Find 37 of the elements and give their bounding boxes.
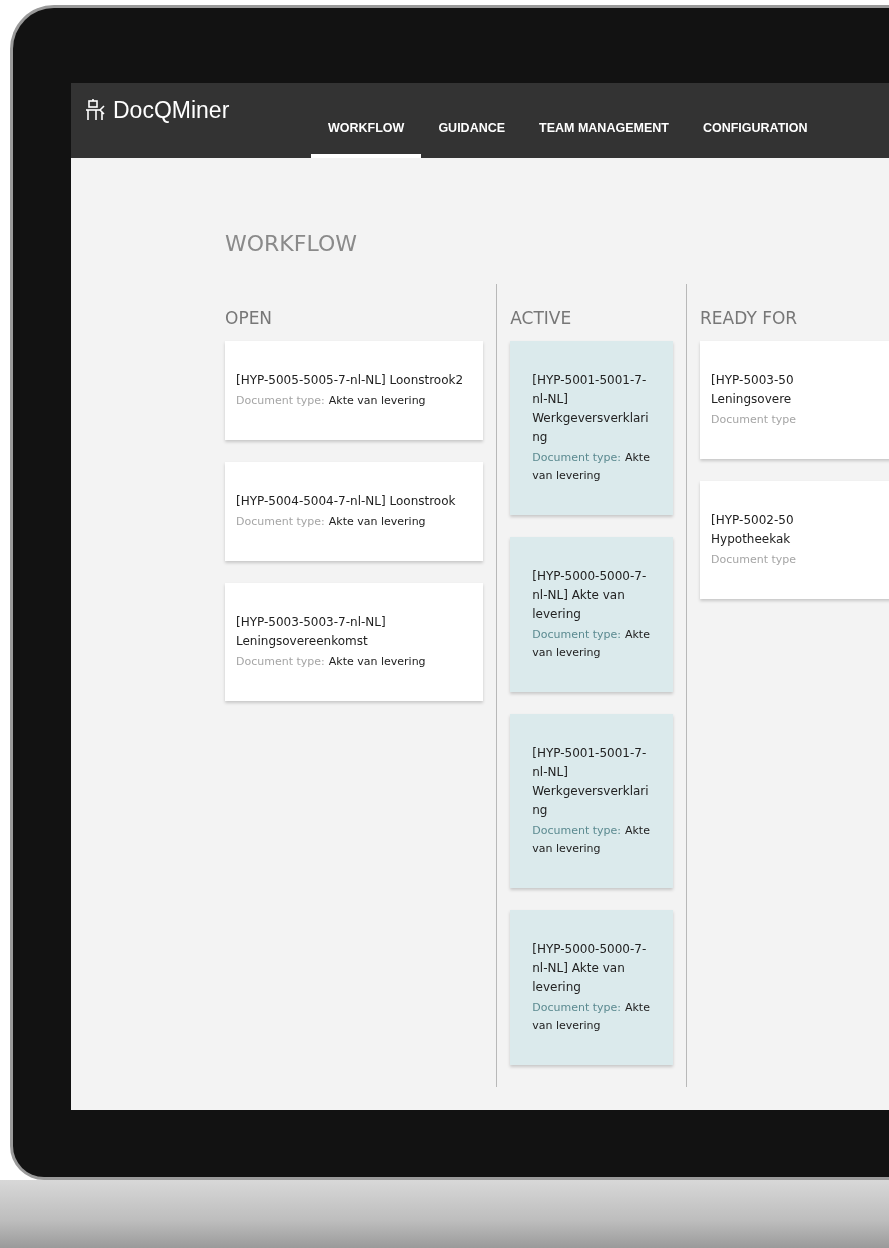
nav-tab[interactable]: CONFIGURATION bbox=[685, 116, 825, 158]
column-heading: READY FOR bbox=[700, 307, 799, 330]
app-name: DocQMiner bbox=[113, 96, 230, 125]
document-card[interactable]: [HYP-5001-5001-7-nl-NL] Werkgeversverklaring Document type: Akte van levering bbox=[510, 341, 674, 515]
document-card[interactable]: [HYP-5000-5000-7-nl-NL] Akte van levering Document type: Akte van levering bbox=[510, 537, 674, 692]
document-title: [HYP-5000-5000-7-nl-NL] Akte van levering bbox=[532, 568, 648, 623]
document-title: [HYP-5005-5005-7-nl-NL] Loonstrook2 bbox=[236, 372, 465, 389]
document-title: [HYP-5001-5001-7-nl-NL] Werkgeversverklaring bbox=[532, 745, 650, 819]
nav-tab[interactable]: WORKFLOW bbox=[311, 116, 422, 158]
document-title: [HYP-5003-5003-7-nl-NL] Leningsovereenkomst bbox=[236, 614, 387, 650]
document-type-text: Document type: Akte van levering bbox=[236, 654, 427, 670]
document-type-text: Document type: Akte van levering bbox=[236, 393, 427, 409]
document-card[interactable]: [HYP-5003-5003-7-nl-NL] Leningsovereenkomst Document type: Akte van levering bbox=[225, 583, 484, 701]
page-title: WORKFLOW bbox=[225, 230, 357, 258]
document-type-text: Document type bbox=[711, 412, 798, 428]
document-type-text: Document type: Akte van levering bbox=[532, 450, 651, 484]
document-title: [HYP-5003-50 Leningsovere bbox=[711, 372, 795, 408]
document-type-text: Document type: Akte van levering bbox=[236, 514, 427, 530]
document-card[interactable]: [HYP-5000-5000-7-nl-NL] Akte van levering Document type: Akte van levering bbox=[510, 910, 674, 1065]
document-card[interactable]: [HYP-5001-5001-7-nl-NL] Werkgeversverklaring Document type: Akte van levering bbox=[510, 714, 674, 888]
nav-tab[interactable]: GUIDANCE bbox=[421, 116, 523, 158]
document-card[interactable]: [HYP-5005-5005-7-nl-NL] Loonstrook2 Document type: Akte van levering bbox=[225, 341, 484, 440]
document-title: [HYP-5000-5000-7-nl-NL] Akte van levering bbox=[532, 941, 648, 996]
document-title: [HYP-5002-50 Hypotheekak bbox=[711, 512, 795, 548]
document-card[interactable]: [HYP-5003-50 Leningsovere Document type bbox=[700, 341, 889, 459]
document-type-text: Document type bbox=[711, 552, 798, 568]
nav-tab[interactable]: TEAM MANAGEMENT bbox=[522, 116, 686, 158]
document-title: [HYP-5004-5004-7-nl-NL] Loonstrook bbox=[236, 493, 457, 510]
document-type-text: Document type: Akte van levering bbox=[532, 823, 651, 857]
document-type-text: Document type: Akte van levering bbox=[532, 1000, 651, 1034]
column-heading: ACTIVE bbox=[510, 307, 573, 330]
robot-at-desk-icon bbox=[83, 98, 107, 122]
document-title: [HYP-5001-5001-7-nl-NL] Werkgeversverklaring bbox=[532, 372, 650, 446]
document-card[interactable]: [HYP-5004-5004-7-nl-NL] Loonstrook Document type: Akte van levering bbox=[225, 462, 484, 561]
document-card[interactable]: [HYP-5002-50 Hypotheekak Document type bbox=[700, 481, 889, 599]
document-type-text: Document type: Akte van levering bbox=[532, 627, 651, 661]
column-heading: OPEN bbox=[225, 307, 274, 330]
